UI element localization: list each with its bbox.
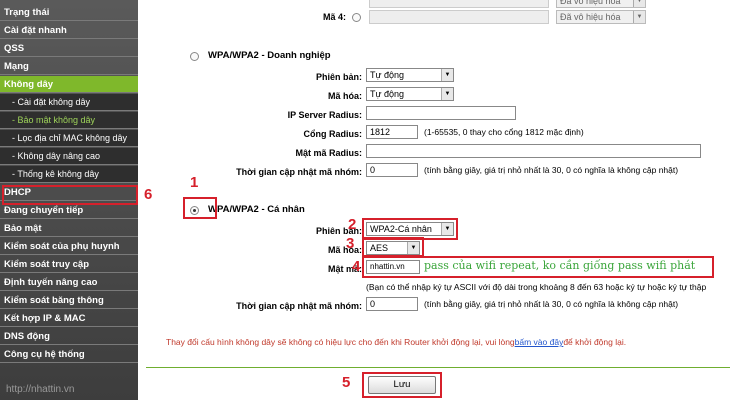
sidebar-item-1[interactable]: Cài đặt nhanh	[0, 22, 138, 39]
key4-radio[interactable]	[352, 13, 361, 22]
chevron-down-icon: ▼	[441, 69, 453, 81]
personal-group-key-input[interactable]: 0	[366, 297, 418, 311]
radius-port-hint: (1-65535, 0 thay cho cổng 1812 mặc định)	[424, 127, 584, 137]
chevron-down-icon: ▼	[633, 0, 645, 7]
sidebar-item-18[interactable]: DNS động	[0, 328, 138, 345]
reboot-link[interactable]: bấm vào đây	[515, 337, 564, 347]
radius-password-label: Mật mã Radius:	[295, 148, 362, 158]
enterprise-radio[interactable]	[190, 52, 199, 61]
sidebar-item-2[interactable]: QSS	[0, 40, 138, 57]
radius-ip-input[interactable]	[366, 106, 516, 120]
enterprise-encryption-select[interactable]: Tự động ▼	[366, 87, 454, 101]
radius-port-label: Cổng Radius:	[303, 129, 363, 139]
main-panel: Mã 4: Đã vô hiệu hóa ▼ Đã vô hiệu hóa ▼ WP…	[138, 0, 730, 400]
personal-password-hint: (Bạn có thể nhập ký tự ASCII với độ dài …	[366, 282, 707, 292]
annotation-box-6	[2, 185, 138, 205]
enterprise-version-select[interactable]: Tự động ▼	[366, 68, 454, 82]
enterprise-group-key-hint: (tính bằng giây, giá trị nhỏ nhất là 30,…	[424, 165, 679, 175]
sidebar-item-9[interactable]: - Thống kê không dây	[0, 166, 138, 183]
chevron-down-icon: ▼	[441, 88, 453, 100]
key4-label: Mã 4:	[322, 12, 346, 22]
personal-encryption-label: Mã hóa:	[327, 245, 362, 255]
personal-title: WPA/WPA2 - Cá nhân	[208, 204, 305, 215]
sidebar-item-13[interactable]: Kiểm soát của phụ huynh	[0, 238, 138, 255]
annotation-box-3	[362, 237, 424, 257]
divider	[146, 367, 730, 368]
personal-group-key-label: Thời gian cập nhật mã nhóm:	[236, 301, 362, 311]
enterprise-encryption-label: Mã hóa:	[327, 91, 362, 101]
key3-input[interactable]	[369, 0, 549, 8]
annotation-box-4	[362, 256, 714, 278]
chevron-down-icon: ▼	[633, 11, 645, 23]
sidebar-item-3[interactable]: Mạng	[0, 58, 138, 75]
annotation-box-1	[183, 197, 217, 219]
annotation-number-3: 3	[346, 235, 355, 252]
sidebar-item-15[interactable]: Định tuyến nâng cao	[0, 274, 138, 291]
enterprise-group-key-input[interactable]: 0	[366, 163, 418, 177]
sidebar-item-5[interactable]: - Cài đặt không dây	[0, 94, 138, 111]
personal-password-label: Mật mã:	[327, 264, 362, 274]
radius-port-input[interactable]: 1812	[366, 125, 418, 139]
annotation-number-1: 1	[190, 174, 199, 191]
sidebar-item-0[interactable]: Trạng thái	[0, 4, 138, 21]
sidebar-item-12[interactable]: Bảo mật	[0, 220, 138, 237]
annotation-box-5	[362, 372, 442, 398]
key4-input[interactable]	[369, 10, 549, 24]
content-frame: Mã 4: Đã vô hiệu hóa ▼ Đã vô hiệu hóa ▼ WP…	[146, 0, 730, 400]
key3-type-select[interactable]: Đã vô hiệu hóa ▼	[556, 0, 646, 8]
radius-password-input[interactable]	[366, 144, 701, 158]
sidebar-item-14[interactable]: Kiểm soát truy cập	[0, 256, 138, 273]
personal-group-key-hint: (tính bằng giây, giá trị nhỏ nhất là 30,…	[424, 299, 679, 309]
sidebar-item-8[interactable]: - Không dây nâng cao	[0, 148, 138, 165]
sidebar-item-17[interactable]: Kết hợp IP & MAC	[0, 310, 138, 327]
watermark: http://nhattin.vn	[6, 384, 75, 395]
annotation-number-4: 4	[352, 258, 361, 275]
sidebar-item-7[interactable]: - Lọc địa chỉ MAC không dây	[0, 130, 138, 147]
sidebar-item-16[interactable]: Kiểm soát băng thông	[0, 292, 138, 309]
radius-ip-label: IP Server Radius:	[287, 110, 362, 120]
annotation-number-5: 5	[342, 374, 351, 391]
key4-type-select[interactable]: Đã vô hiệu hóa ▼	[556, 10, 646, 24]
reboot-notice: Thay đổi cấu hình không dây sẽ không có …	[166, 337, 627, 347]
sidebar-item-4[interactable]: Không dây	[0, 76, 138, 93]
annotation-number-6: 6	[144, 186, 153, 203]
personal-version-label: Phiên bản:	[315, 226, 362, 236]
annotation-number-2: 2	[348, 216, 357, 233]
sidebar-item-6[interactable]: - Bảo mật không dây	[0, 112, 138, 129]
sidebar-item-19[interactable]: Công cụ hệ thống	[0, 346, 138, 363]
enterprise-version-label: Phiên bản:	[315, 72, 362, 82]
enterprise-title: WPA/WPA2 - Doanh nghiệp	[208, 50, 331, 61]
